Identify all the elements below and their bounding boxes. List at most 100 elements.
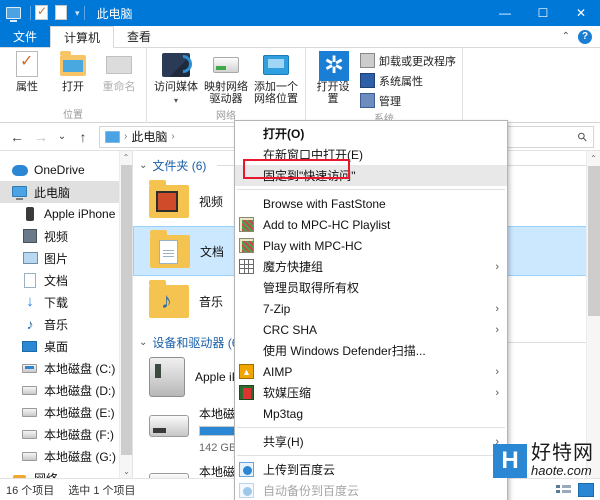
folder-label: 视频 [199,194,224,209]
sidebar-item-桌面[interactable]: 桌面 [0,335,132,357]
ribbon-button-add-network-location[interactable]: 添加一个网络位置 [253,51,299,105]
scroll-up-icon[interactable]: ⌃ [120,151,132,164]
ribbon-filler [463,48,600,122]
folder-label: 音乐 [199,294,224,309]
minimize-button[interactable]: — [486,0,524,26]
recent-locations-button[interactable]: ⌄ [54,126,70,148]
menu-item-7-zip[interactable]: 7-Zip › [235,298,507,319]
sidebar-item-本地磁盘e[interactable]: 本地磁盘 (E:) [0,401,132,423]
chevron-down-icon[interactable]: ⌄ [139,337,147,348]
sidebar-item-图片[interactable]: 图片 [0,247,132,269]
menu-item-使用windowsdefender扫描[interactable]: 使用 Windows Defender扫描... [235,340,507,361]
help-icon[interactable]: ? [578,29,592,44]
sidebar-item-下载[interactable]: 下载 [0,291,132,313]
menu-item-crcsha[interactable]: CRC SHA › [235,319,507,340]
tab-file[interactable]: 文件 [0,26,51,47]
back-button[interactable]: ← [6,126,28,148]
ribbon-button-open-settings[interactable]: 打开设置 [312,51,354,105]
chevron-down-icon[interactable]: ⌄ [139,160,147,171]
tab-view[interactable]: 查看 [114,26,164,47]
ribbon-button-manage[interactable]: 管理 [360,91,456,110]
navigation-pane: OneDrive 此电脑 Apple iPhone 视频图片文档下载音乐桌面本地磁盘 … [0,151,133,478]
scroll-down-icon[interactable]: ⌄ [120,465,132,478]
menu-separator [237,427,505,428]
sidebar-item-本地磁盘g[interactable]: 本地磁盘 (G:) [0,445,132,467]
ribbon-group-network: 访问媒体 ▾ 映射网络驱动器 添加一个网络位置 网络 [147,48,306,123]
menu-item-label: 自动备份到百度云 [263,484,360,498]
sidebar-item-本地磁盘c[interactable]: 本地磁盘 (C:) [0,357,132,379]
menu-item-管理员取得所有权[interactable]: 管理员取得所有权 [235,277,507,298]
menu-item-共享h[interactable]: 共享(H) › [235,431,507,452]
menu-item-browsewithfaststone[interactable]: Browse with FastStone [235,193,507,214]
up-button[interactable]: ↑ [72,126,94,148]
system-properties-icon [360,73,375,88]
mpc-hc-icon [239,237,255,254]
menu-item-mp3tag[interactable]: Mp3tag [235,403,507,424]
sidebar-item-label: 本地磁盘 (E:) [44,405,115,420]
ribbon-button-label: 添加一个网络位置 [254,81,298,105]
tab-computer[interactable]: 计算机 [50,26,115,48]
ribbon-button-open[interactable]: 打开 [52,51,94,93]
submenu-arrow-icon: › [495,386,499,399]
sidebar-item-label: 桌面 [44,339,69,354]
add-network-location-icon [262,51,290,79]
sidebar-item-此电脑[interactable]: 此电脑 [0,181,132,203]
menu-item-playwithmpc-hc[interactable]: Play with MPC-HC [235,235,507,256]
menu-item-addtompc-hcplaylist[interactable]: Add to MPC-HC Playlist [235,214,507,235]
sidebar-item-视频[interactable]: 视频 [0,225,132,247]
menu-item-打开o[interactable]: 打开(O) [235,123,507,144]
sidebar-item-appleiphone[interactable]: Apple iPhone [0,203,132,225]
iphone-device-icon [149,357,185,397]
ribbon-button-uninstall-program[interactable]: 卸载或更改程序 [360,51,456,70]
close-button[interactable]: ✕ [562,0,600,26]
navigation-scrollbar[interactable]: ⌃ ⌄ [119,151,132,478]
menu-item-no-icon [239,126,255,142]
scrollbar-thumb[interactable] [588,166,600,316]
scrollbar-thumb[interactable] [121,165,132,455]
quick-access-properties-icon[interactable] [35,4,51,21]
tiles-view-icon[interactable] [578,482,594,497]
hard-drive-icon [149,473,189,478]
ribbon-button-map-network-drive[interactable]: 映射网络驱动器 [203,51,249,105]
quick-access-dropdown-caret[interactable]: ▾ [75,8,80,19]
ribbon-button-access-media[interactable]: 访问媒体 ▾ [153,51,199,107]
ribbon-button-system-properties[interactable]: 系统属性 [360,71,456,90]
ribbon-button-properties[interactable]: 属性 [6,51,48,93]
ribbon-button-rename: 重命名 [98,51,140,93]
quick-access-new-folder-icon[interactable] [55,5,71,21]
menu-item-软媒压缩[interactable]: 软媒压缩 › [235,382,507,403]
ribbon-button-label: 映射网络驱动器 [204,81,248,105]
collapse-ribbon-icon[interactable]: ⌃ [562,31,570,42]
breadcrumb-this-pc[interactable]: 此电脑 [131,128,167,145]
chevron-down-icon[interactable]: ▾ [174,95,178,107]
menu-item-no-icon [239,301,255,317]
forward-button[interactable]: → [30,126,52,148]
sidebar-item-label: 本地磁盘 (C:) [44,361,116,376]
sidebar-item-网络[interactable]: 网络 [0,467,132,478]
sidebar-item-本地磁盘d[interactable]: 本地磁盘 (D:) [0,379,132,401]
submenu-arrow-icon: › [495,260,499,273]
scroll-up-icon[interactable]: ⌃ [587,151,600,165]
content-scrollbar[interactable]: ⌃ [586,151,600,478]
details-view-icon[interactable] [556,483,572,497]
breadcrumb-separator[interactable]: › [171,131,174,142]
sidebar-item-音乐[interactable]: 音乐 [0,313,132,335]
pictures-icon [22,250,38,266]
window-controls: — ☐ ✕ [486,0,600,26]
menu-item-no-icon [239,434,255,450]
submenu-arrow-icon: › [495,302,499,315]
menu-item-aimp[interactable]: AIMP › [235,361,507,382]
sidebar-item-onedrive[interactable]: OneDrive [0,159,132,181]
maximize-button[interactable]: ☐ [524,0,562,26]
sidebar-item-文档[interactable]: 文档 [0,269,132,291]
menu-item-no-icon [239,196,255,212]
this-pc-icon[interactable] [6,5,22,21]
menu-item-label: Play with MPC-HC [263,238,363,253]
aimp-icon [239,363,255,380]
menu-item-上传到百度云[interactable]: 上传到百度云 [235,459,507,480]
sidebar-item-本地磁盘f[interactable]: 本地磁盘 (F:) [0,423,132,445]
ribbon-tabstrip: 文件 计算机 查看 ⌃ ? [0,26,600,48]
ribbon-button-label: 系统属性 [379,75,423,88]
menu-item-魔方快捷组[interactable]: 魔方快捷组 › [235,256,507,277]
drive-icon [22,448,38,464]
